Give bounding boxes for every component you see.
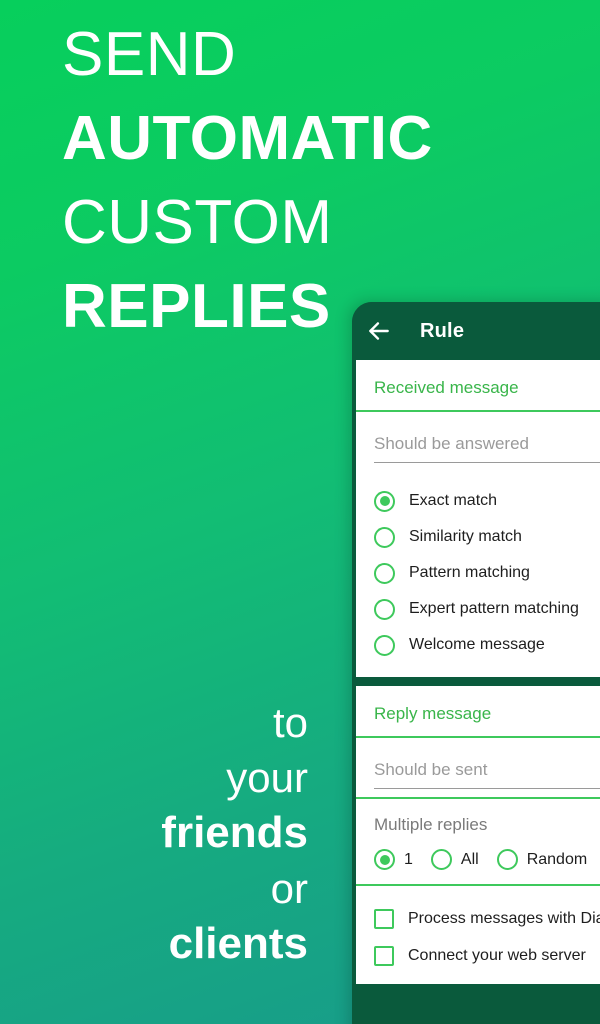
radio-icon-expert-pattern-matching[interactable]	[374, 598, 395, 620]
reply-message-card: Reply message Should be sent Multiple re…	[356, 686, 600, 984]
headline-line-automatic: AUTOMATIC	[62, 104, 433, 173]
radio-icon-replies-random[interactable]	[496, 849, 518, 870]
multiple-replies-section: Multiple replies 1 All Random	[356, 797, 600, 884]
checkbox-row-connect-web-server[interactable]: Connect your web server	[374, 937, 600, 974]
radio-row-welcome-message[interactable]: Welcome message	[374, 627, 600, 663]
checkbox-icon-process-messages[interactable]	[374, 908, 394, 929]
radio-icon-pattern-matching[interactable]	[374, 562, 395, 584]
tagline-line-your: your	[226, 754, 308, 802]
radio-label-pattern-matching: Pattern matching	[409, 564, 530, 581]
radio-row-replies-all[interactable]: All	[430, 849, 479, 870]
checkbox-label-process-messages: Process messages with Dia	[408, 909, 600, 927]
multiple-replies-label: Multiple replies	[374, 815, 488, 834]
reply-message-title: Reply message	[374, 704, 492, 723]
checkbox-row-process-messages[interactable]: Process messages with Dia	[374, 900, 600, 937]
radio-row-similarity-match[interactable]: Similarity match	[374, 519, 600, 555]
phone-mockup: Rule Received message Should be answered…	[352, 302, 600, 1024]
radio-row-replies-one[interactable]: 1	[374, 849, 413, 870]
received-message-field-wrap: Should be answered	[356, 412, 600, 471]
promo-headline: SEND AUTOMATIC CUSTOM REPLIES	[62, 24, 482, 338]
radio-row-pattern-matching[interactable]: Pattern matching	[374, 555, 600, 591]
radio-label-similarity-match: Similarity match	[409, 528, 522, 545]
radio-icon-welcome-message[interactable]	[374, 634, 395, 656]
radio-label-expert-pattern-matching: Expert pattern matching	[409, 600, 579, 617]
checkbox-icon-connect-web-server[interactable]	[374, 945, 394, 966]
radio-icon-replies-one[interactable]	[374, 849, 395, 870]
radio-label-replies-random: Random	[526, 850, 588, 868]
reply-message-field-wrap: Should be sent	[356, 738, 600, 797]
radio-label-replies-all: All	[460, 850, 479, 868]
radio-icon-similarity-match[interactable]	[374, 526, 395, 548]
radio-label-welcome-message: Welcome message	[409, 636, 545, 653]
promo-screenshot: SEND AUTOMATIC CUSTOM REPLIES to your fr…	[0, 0, 600, 1024]
phone-content: Received message Should be answered Exac…	[356, 360, 600, 1024]
reply-message-input[interactable]: Should be sent	[374, 760, 600, 789]
radio-label-exact-match: Exact match	[409, 492, 498, 509]
tagline-line-clients: clients	[168, 918, 308, 968]
checkbox-label-connect-web-server: Connect your web server	[408, 946, 586, 964]
reply-message-header: Reply message	[356, 686, 600, 738]
received-message-card: Received message Should be answered Exac…	[356, 360, 600, 677]
received-message-header: Received message	[356, 360, 600, 412]
tagline-line-friends: friends	[161, 807, 308, 857]
headline-line-custom: CUSTOM	[62, 188, 333, 257]
app-bar-title: Rule	[420, 319, 465, 342]
app-bar: Rule	[352, 302, 600, 360]
arrow-left-icon[interactable]	[366, 318, 392, 344]
tagline-line-or: or	[270, 865, 308, 913]
radio-icon-exact-match[interactable]	[374, 490, 395, 512]
radio-row-replies-random[interactable]: Random	[496, 849, 588, 870]
multiple-replies-radio-group: 1 All Random	[374, 849, 600, 870]
received-message-input[interactable]: Should be answered	[374, 434, 600, 463]
headline-line-send: SEND	[62, 20, 237, 89]
radio-icon-replies-all[interactable]	[430, 849, 452, 870]
radio-row-expert-pattern-matching[interactable]: Expert pattern matching	[374, 591, 600, 627]
radio-row-exact-match[interactable]: Exact match	[374, 483, 600, 519]
tagline-line-to: to	[272, 699, 308, 746]
promo-tagline: to your friends or clients	[8, 700, 308, 967]
received-message-title: Received message	[374, 378, 519, 397]
radio-label-replies-one: 1	[404, 850, 413, 868]
match-type-radio-group: Exact match Similarity match Pattern mat…	[356, 471, 600, 677]
options-checkbox-section: Process messages with Dia Connect your w…	[356, 884, 600, 984]
